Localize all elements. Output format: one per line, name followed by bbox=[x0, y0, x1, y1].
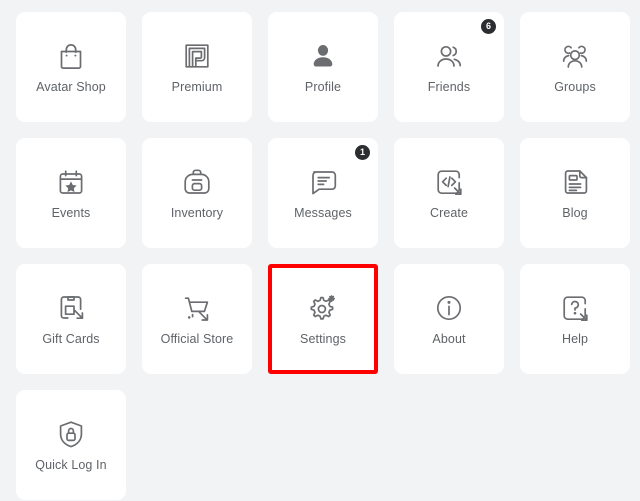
shopping-bag-icon bbox=[54, 39, 88, 73]
premium-spiral-icon bbox=[180, 39, 214, 73]
tile-label: Settings bbox=[300, 331, 346, 346]
tile-label: Groups bbox=[554, 80, 596, 95]
gear-icon bbox=[306, 292, 340, 326]
tile-inventory[interactable]: Inventory bbox=[142, 138, 252, 248]
tile-premium[interactable]: Premium bbox=[142, 12, 252, 122]
tile-label: Official Store bbox=[160, 332, 234, 347]
tile-label: Events bbox=[51, 206, 91, 221]
backpack-icon bbox=[180, 165, 214, 199]
tile-label: Premium bbox=[171, 80, 223, 95]
tile-messages[interactable]: Messages 1 bbox=[268, 138, 378, 248]
tile-label: Avatar Shop bbox=[36, 80, 106, 95]
shopping-cart-icon bbox=[180, 291, 214, 325]
tile-label: About bbox=[432, 332, 466, 347]
notification-badge: 1 bbox=[355, 145, 370, 160]
tile-label: Messages bbox=[294, 206, 352, 221]
tile-create[interactable]: Create bbox=[394, 138, 504, 248]
tile-gift-cards[interactable]: Gift Cards bbox=[16, 264, 126, 374]
person-filled-icon bbox=[306, 39, 340, 73]
document-icon bbox=[558, 165, 592, 199]
tile-about[interactable]: About bbox=[394, 264, 504, 374]
tile-label: Help bbox=[561, 332, 589, 347]
tile-label: Quick Log In bbox=[35, 458, 107, 473]
speech-bubble-icon bbox=[306, 165, 340, 199]
tile-quick-log-in[interactable]: Quick Log In bbox=[16, 390, 126, 500]
tile-profile[interactable]: Profile bbox=[268, 12, 378, 122]
tile-settings[interactable]: Settings bbox=[268, 264, 378, 374]
tile-label: Blog bbox=[562, 206, 588, 221]
tile-help[interactable]: Help bbox=[520, 264, 630, 374]
gift-card-icon bbox=[54, 291, 88, 325]
tile-official-store[interactable]: Official Store bbox=[142, 264, 252, 374]
three-people-icon bbox=[558, 39, 592, 73]
calendar-star-icon bbox=[54, 165, 88, 199]
tile-label: Inventory bbox=[170, 206, 224, 221]
notification-badge: 6 bbox=[481, 19, 496, 34]
tile-avatar-shop[interactable]: Avatar Shop bbox=[16, 12, 126, 122]
tile-blog[interactable]: Blog bbox=[520, 138, 630, 248]
two-people-icon bbox=[432, 39, 466, 73]
tile-groups[interactable]: Groups bbox=[520, 12, 630, 122]
tile-label: Create bbox=[429, 206, 469, 221]
menu-tile-grid: Avatar Shop Premium Profile Friends 6 Gro… bbox=[0, 0, 640, 501]
tile-friends[interactable]: Friends 6 bbox=[394, 12, 504, 122]
tile-label: Profile bbox=[304, 80, 342, 95]
question-mark-icon bbox=[558, 291, 592, 325]
tile-events[interactable]: Events bbox=[16, 138, 126, 248]
tile-label: Gift Cards bbox=[42, 332, 100, 347]
tile-label: Friends bbox=[427, 80, 471, 95]
code-brackets-icon bbox=[432, 165, 466, 199]
info-circle-icon bbox=[432, 291, 466, 325]
shield-lock-icon bbox=[54, 417, 88, 451]
